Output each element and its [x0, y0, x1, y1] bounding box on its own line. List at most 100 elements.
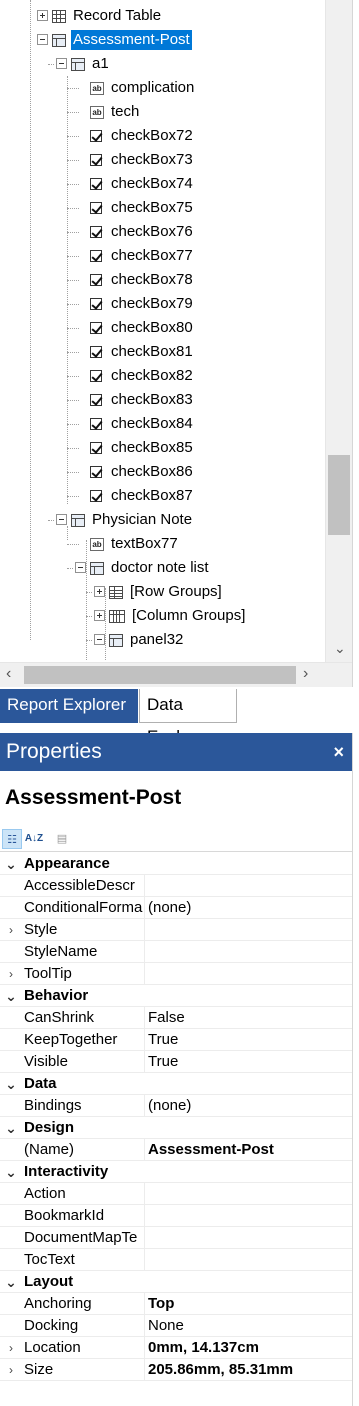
tree-item[interactable]: checkBox73 [90, 148, 195, 172]
property-row[interactable]: KeepTogether True [0, 1029, 352, 1051]
alphabetical-sort-icon[interactable]: A↓Z [24, 829, 44, 849]
property-value[interactable]: False [148, 1007, 348, 1029]
property-row[interactable]: StyleName [0, 941, 352, 963]
property-row[interactable]: (Name) Assessment-Post [0, 1139, 352, 1161]
property-value[interactable]: None [148, 1315, 348, 1337]
tree-item[interactable]: complication [90, 76, 196, 100]
collapse-icon[interactable] [37, 34, 48, 45]
tree-item[interactable]: checkBox74 [90, 172, 195, 196]
vertical-scrollbar[interactable]: ⌄ [325, 0, 352, 662]
tree-item[interactable]: doctor note list [90, 556, 211, 580]
expand-property-icon[interactable]: › [4, 1359, 18, 1381]
tree-item[interactable]: checkBox76 [90, 220, 195, 244]
property-value[interactable]: Assessment-Post [148, 1139, 348, 1161]
tree-item-label: doctor note list [111, 559, 209, 576]
property-value[interactable]: 205.86mm, 85.31mm [148, 1359, 348, 1381]
expand-property-icon[interactable]: › [4, 963, 18, 985]
tree-item[interactable]: checkBox79 [90, 292, 195, 316]
property-row[interactable]: › Size 205.86mm, 85.31mm [0, 1359, 352, 1381]
tree-item[interactable]: checkBox78 [90, 268, 195, 292]
tree-item[interactable]: panel32 [109, 628, 185, 652]
collapse-icon[interactable] [75, 562, 86, 573]
property-category[interactable]: ⌄ Behavior [0, 985, 352, 1007]
horizontal-scroll-thumb[interactable] [24, 666, 296, 684]
tree-item[interactable]: [Row Groups] [109, 580, 224, 604]
tree-item[interactable]: checkBox77 [90, 244, 195, 268]
expand-icon[interactable] [37, 10, 48, 21]
property-row[interactable]: ConditionalForma (none) [0, 897, 352, 919]
property-row[interactable]: Visible True [0, 1051, 352, 1073]
expand-property-icon[interactable]: › [4, 1337, 18, 1359]
panel-icon [90, 561, 104, 575]
close-icon[interactable]: × [333, 733, 344, 771]
property-row[interactable]: Action [0, 1183, 352, 1205]
tree-item[interactable]: [Column Groups] [109, 604, 247, 628]
property-row[interactable]: CanShrink False [0, 1007, 352, 1029]
property-row[interactable]: › ToolTip [0, 963, 352, 985]
horizontal-scrollbar[interactable]: ‹ › [0, 662, 352, 687]
property-value[interactable]: 0mm, 14.137cm [148, 1337, 348, 1359]
property-category[interactable]: ⌄ Interactivity [0, 1161, 352, 1183]
tab-report-explorer[interactable]: Report Explorer [0, 689, 138, 723]
property-category[interactable]: ⌄ Data [0, 1073, 352, 1095]
property-row[interactable]: Docking None [0, 1315, 352, 1337]
collapse-category-icon[interactable]: ⌄ [4, 1073, 18, 1095]
tree-item[interactable]: checkBox86 [90, 460, 195, 484]
property-row[interactable]: Bindings (none) [0, 1095, 352, 1117]
property-value[interactable]: True [148, 1051, 348, 1073]
property-row[interactable]: DocumentMapTe [0, 1227, 352, 1249]
expand-property-icon[interactable]: › [4, 919, 18, 941]
tree-item[interactable]: checkBox81 [90, 340, 195, 364]
expand-icon[interactable] [94, 586, 105, 597]
collapse-icon[interactable] [56, 514, 67, 525]
collapse-category-icon[interactable]: ⌄ [4, 1161, 18, 1183]
property-value[interactable]: (none) [148, 1095, 348, 1117]
property-value[interactable]: True [148, 1029, 348, 1051]
expand-icon[interactable] [94, 610, 105, 621]
property-category[interactable]: ⌄ Appearance [0, 853, 352, 875]
property-name: AccessibleDescr [24, 877, 135, 894]
tree-item[interactable]: checkBox82 [90, 364, 195, 388]
property-row[interactable]: › Style [0, 919, 352, 941]
property-category[interactable]: ⌄ Design [0, 1117, 352, 1139]
collapse-category-icon[interactable]: ⌄ [4, 985, 18, 1007]
tree-item[interactable]: checkBox80 [90, 316, 195, 340]
collapse-category-icon[interactable]: ⌄ [4, 853, 18, 875]
collapse-icon[interactable] [56, 58, 67, 69]
tree-item[interactable]: textBox77 [90, 532, 180, 556]
property-value[interactable]: Top [148, 1293, 348, 1315]
tree-item[interactable]: Record Table [52, 4, 163, 28]
property-pages-icon[interactable]: ▤ [52, 829, 72, 849]
tree-item[interactable]: checkBox87 [90, 484, 195, 508]
checkbox-icon [90, 466, 102, 478]
property-row[interactable]: AccessibleDescr [0, 875, 352, 897]
tab-data-explorer[interactable]: Data Explorer [139, 689, 237, 746]
tree-item[interactable]: tech [90, 100, 141, 124]
property-row[interactable]: › Location 0mm, 14.137cm [0, 1337, 352, 1359]
tree-item-label: checkBox83 [111, 391, 193, 408]
scroll-right-icon[interactable]: › [303, 665, 308, 683]
tree-item[interactable]: Assessment-Post [52, 28, 192, 52]
tree-guide-line [67, 400, 79, 401]
tree-item[interactable]: checkBox75 [90, 196, 195, 220]
tree-item[interactable]: a1 [71, 52, 111, 76]
collapse-icon[interactable] [94, 634, 105, 645]
tree-item[interactable]: checkBox85 [90, 436, 195, 460]
property-row[interactable]: BookmarkId [0, 1205, 352, 1227]
property-row[interactable]: Anchoring Top [0, 1293, 352, 1315]
property-category[interactable]: ⌄ Layout [0, 1271, 352, 1293]
scroll-left-icon[interactable]: ‹ [6, 665, 11, 683]
collapse-category-icon[interactable]: ⌄ [4, 1271, 18, 1293]
scroll-down-icon[interactable]: ⌄ [334, 640, 346, 657]
tree-item[interactable]: Physician Note [71, 508, 194, 532]
categorized-view-icon[interactable]: ☷ [2, 829, 22, 849]
property-value[interactable]: (none) [148, 897, 348, 919]
tree-item[interactable]: checkBox72 [90, 124, 195, 148]
tree-item[interactable]: checkBox84 [90, 412, 195, 436]
vertical-scroll-thumb[interactable] [328, 455, 350, 535]
report-explorer-tree[interactable]: Record Table Assessment-Post a1complicatio… [0, 0, 352, 662]
tree-item[interactable]: checkBox83 [90, 388, 195, 412]
tree-guide-line [86, 540, 87, 660]
property-row[interactable]: TocText [0, 1249, 352, 1271]
collapse-category-icon[interactable]: ⌄ [4, 1117, 18, 1139]
